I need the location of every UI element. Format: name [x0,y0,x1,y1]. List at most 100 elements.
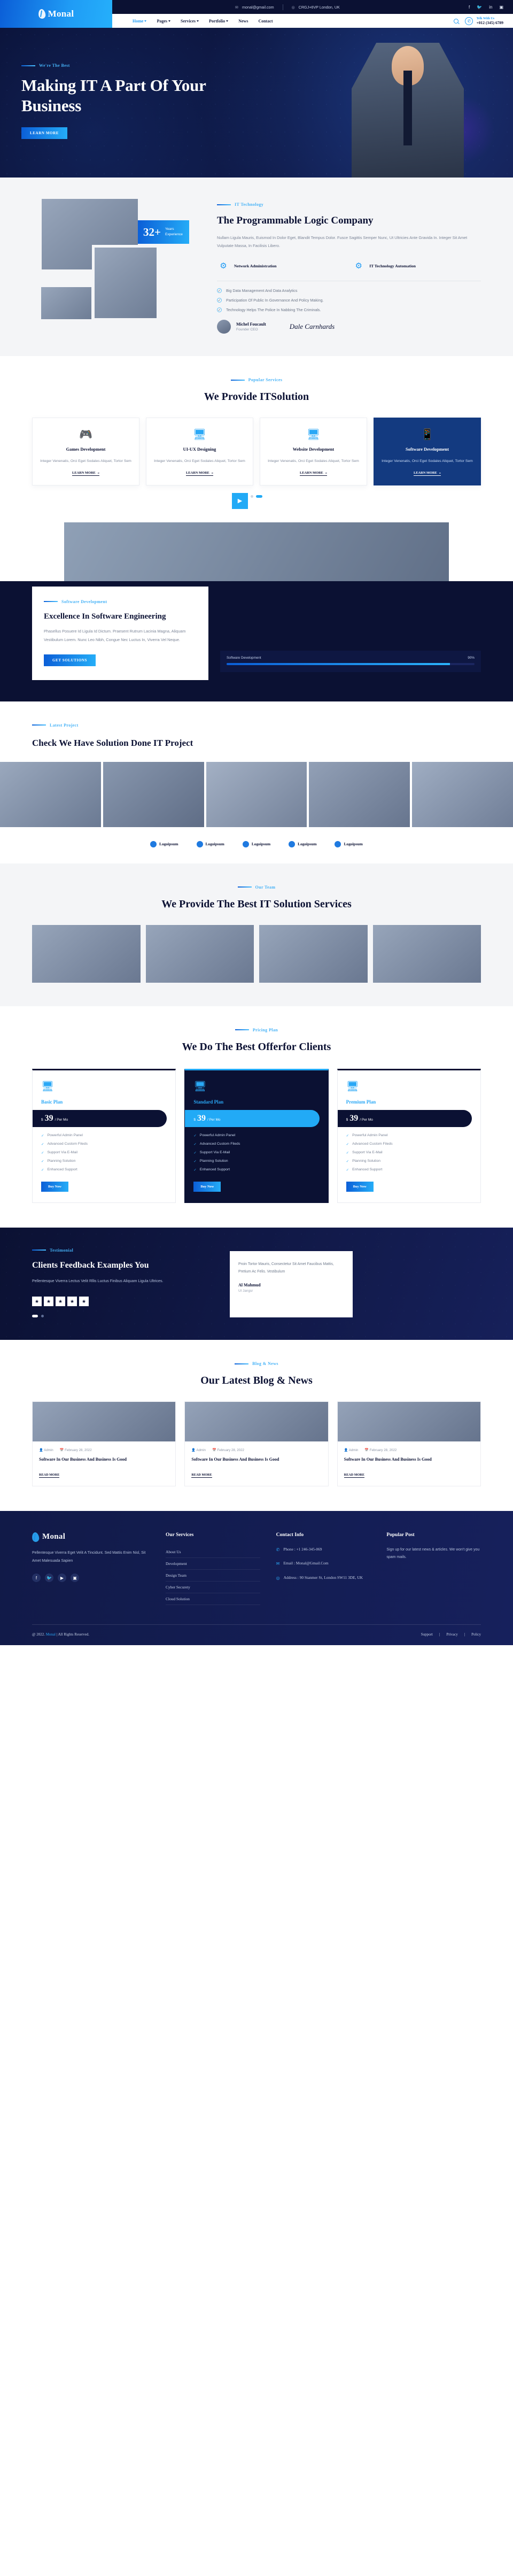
user-icon: 👤 [344,1448,348,1453]
team-member-card[interactable] [145,924,254,983]
project-tile[interactable] [309,761,410,827]
service-learn-more-link[interactable]: LEARN MORE » [185,471,214,476]
footer-contact-phone[interactable]: ✆ Phone : +1 246-345-069 [276,1546,371,1554]
price-amount: 39 [197,1113,206,1123]
nav-item-portfolio[interactable]: Portfolio [209,19,229,24]
nav-item-pages[interactable]: Pages [157,19,170,24]
list-item: ✓ Technology Helps The Police In Nabbing … [217,307,481,313]
service-learn-more-link[interactable]: LEARN MORE » [299,471,328,476]
nav-item-home[interactable]: Home [133,19,147,24]
team-member-card[interactable] [32,924,141,983]
ux-monitor-icon: 🖥 [192,429,207,441]
service-card-software-development[interactable]: 📱 Software Development Integer Venenatis… [374,418,481,485]
blog-post-card[interactable]: 👤 Admin 📅 February 28, 2022 Software In … [32,1401,176,1486]
footer-link-development[interactable]: Development [166,1558,260,1570]
feature-label: Planning Solution [47,1159,76,1163]
contact-text: Phone : +1 246-345-069 [283,1546,322,1552]
copyright-pre: @ 2022. [32,1632,45,1637]
service-card-website-development[interactable]: 🖥 Website Development Integer Venenatis,… [260,418,367,485]
avatar [217,320,231,334]
feature-label: Enhanced Support [352,1168,383,1172]
read-more-link[interactable]: READ MORE [191,1472,212,1478]
footer-contact-email[interactable]: ✉ Email : Monal@Gmail.Com [276,1560,371,1568]
post-title: Software In Our Business And Business Is… [191,1457,279,1462]
feature-label: Powerful Admin Panel [47,1133,83,1138]
progress-value: 90% [468,655,475,660]
project-tile[interactable] [206,761,307,827]
instagram-icon[interactable]: ▣ [71,1574,79,1583]
read-more-link[interactable]: READ MORE [344,1472,364,1478]
eyebrow-bar [44,601,58,603]
carousel-dot[interactable] [41,1315,44,1318]
footer-link-about-us[interactable]: About Us [166,1546,260,1558]
nav-item-services[interactable]: Services [181,19,199,24]
plan-name: Premium Plan [346,1099,376,1105]
nav-item-contact[interactable]: Contact [258,19,273,24]
testimonial-eyebrow-text: Testimonial [50,1247,74,1253]
footer-link-cyber-securety[interactable]: Cyber Securety [166,1582,260,1593]
check-text: Big Data Management And Data Analytics [226,288,298,294]
search-icon[interactable] [454,18,459,24]
logo-mark-icon [335,840,341,847]
service-text: Integer Venenatis, Orci Eget Sodales Ali… [268,459,359,463]
team-section: Our Team We Provide The Best IT Solution… [0,863,513,1006]
author-name: Michel Foucault [236,322,266,327]
facebook-icon[interactable]: f [32,1574,41,1583]
carousel-next-button[interactable]: ▶ [232,492,248,509]
price-period: / Per Mo [55,1117,68,1122]
facebook-icon[interactable]: f [469,5,470,10]
youtube-icon[interactable]: ▶ [58,1574,66,1583]
footer-contact-column: Contact Info ✆ Phone : +1 246-345-069 ✉ … [276,1532,371,1605]
topbar-email[interactable]: ✉ monal@gmail.com [235,5,283,10]
footer-logo[interactable]: Monal [31,1532,150,1542]
service-learn-more-link[interactable]: LEARN MORE » [413,471,441,476]
list-item: ✓ Enhanced Support [346,1168,472,1172]
twitter-icon[interactable]: 🐦 [477,5,482,10]
call-us-block[interactable]: ✆ Telk With Us +012 (345) 6789 [465,17,503,25]
testimonial-quote-card: Proin Tortor Mauris, Consectetur Sit Ame… [230,1251,353,1318]
buy-now-button[interactable]: Buy Now [193,1181,221,1192]
footer-link-design-team[interactable]: Design Team [166,1570,260,1582]
list-item: ✓ Participation Of Public In Governance A… [217,298,481,303]
read-more-link[interactable]: READ MORE [39,1472,60,1478]
service-learn-more-link[interactable]: LEARN MORE » [72,471,100,476]
footer-link-support[interactable]: Support [421,1632,433,1637]
carousel-dot[interactable] [251,495,253,498]
footer-link-cloud-solution[interactable]: Cloud Solution [166,1593,260,1605]
rating-stars: ★ ★ ★ ★ ★ [32,1297,208,1307]
blog-post-card[interactable]: 👤 Admin 📅 February 28, 2022 Software In … [337,1401,481,1486]
testimonial-paragraph: Pellentesque Viverra Lectus Velit Rllis … [32,1278,164,1283]
footer-link-policy[interactable]: Policy [471,1632,481,1637]
team-member-card[interactable] [372,924,481,983]
project-tile[interactable] [0,761,101,827]
currency-symbol: $ [346,1117,348,1122]
services-eyebrow: Popular Services [32,377,481,382]
nav-label: Contact [258,18,273,24]
get-solutions-button[interactable]: GET SOLUTIONS [44,654,96,666]
feature-label: Enhanced Support [47,1168,77,1172]
linkedin-icon[interactable]: in [489,5,492,10]
site-logo[interactable]: Monal [0,0,112,28]
twitter-icon[interactable]: 🐦 [45,1574,53,1583]
buy-now-button[interactable]: Buy Now [346,1181,374,1192]
instagram-icon[interactable]: ▣ [499,5,503,10]
carousel-dot-active[interactable] [32,1315,38,1318]
project-tile[interactable] [412,761,513,827]
plan-price: $ 39 / Per Mo [337,1109,472,1127]
service-card-games-development[interactable]: 🎮 Games Development Integer Venenatis, O… [32,418,139,485]
star-icon: ★ [56,1297,65,1307]
pricing-section: Pricing Plan We Do The Best Offerfor Cli… [0,1006,513,1228]
footer-link-privacy[interactable]: Privacy [446,1632,457,1637]
testimonial-title: Clients Feedback Examples You [32,1260,149,1270]
project-tile[interactable] [103,761,204,827]
nav-item-news[interactable]: News [238,19,248,24]
buy-now-button[interactable]: Buy Now [41,1181,69,1192]
hero-learn-more-button[interactable]: LEARN MORE [21,127,68,139]
service-card-ui-ux-designing[interactable]: 🖥 UI-UX Designing Integer Venenatis, Orc… [146,418,253,485]
topbar-address[interactable]: ◎ CRGJ+6VP London, UK [292,5,348,10]
blog-post-card[interactable]: 👤 Admin 📅 February 28, 2022 Software In … [184,1401,329,1486]
list-item: ✓ Powerful Admin Panel [193,1133,319,1138]
carousel-dot-active[interactable] [256,495,262,498]
team-member-card[interactable] [259,924,368,983]
check-circle-icon: ✓ [217,298,222,303]
